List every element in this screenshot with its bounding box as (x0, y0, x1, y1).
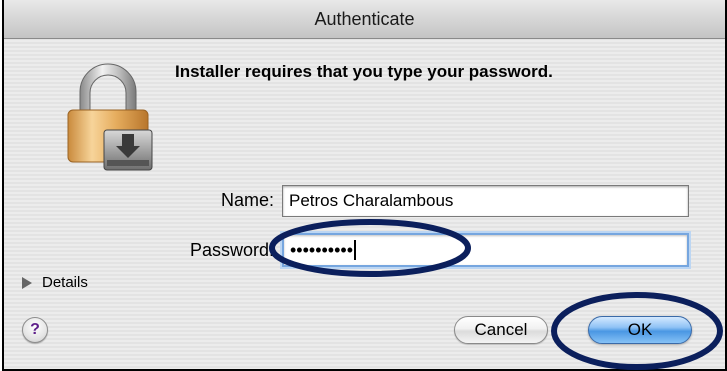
padlock-installer-icon (67, 63, 153, 171)
ok-button[interactable]: OK (588, 316, 692, 344)
password-label: Password: (189, 240, 274, 260)
cancel-label: Cancel (474, 320, 528, 339)
authenticate-dialog: Authenticate Installer requires that you… (2, 0, 727, 371)
cancel-button[interactable]: Cancel (454, 316, 548, 344)
question-mark-icon: ? (30, 321, 40, 338)
name-label: Name: (220, 190, 274, 210)
title-bar[interactable]: Authenticate (4, 0, 725, 39)
ok-label: OK (627, 320, 653, 339)
authentication-prompt: Installer requires that you type your pa… (175, 62, 553, 81)
name-value: Petros Charalambous (289, 191, 454, 210)
help-button[interactable]: ? (22, 317, 48, 343)
window-title: Authenticate (314, 8, 415, 29)
disclosure-triangle-icon[interactable] (22, 276, 32, 289)
text-caret (354, 240, 356, 260)
details-disclosure[interactable]: Details (22, 274, 88, 291)
password-masked-value: •••••••••• (290, 240, 354, 260)
name-field[interactable]: Petros Charalambous (282, 185, 689, 217)
details-label: Details (42, 274, 88, 291)
password-field[interactable]: •••••••••• (282, 233, 689, 267)
